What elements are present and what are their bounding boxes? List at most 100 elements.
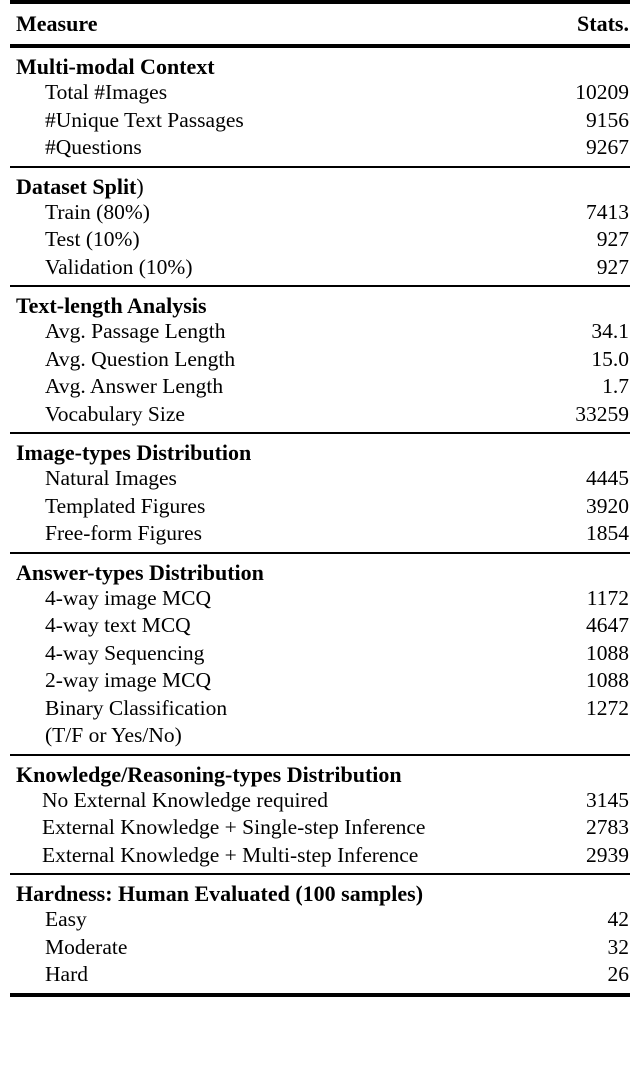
row-label-test-10: Test (10%) [45, 227, 140, 251]
row-value-t-f-or-yes-no [490, 722, 630, 754]
section-header-knowledge-reasoning-types-distribution: Knowledge/Reasoning-types Distribution [10, 756, 630, 787]
row-value-moderate: 32 [607, 934, 630, 959]
section-value-empty [490, 168, 630, 199]
row-label-external-knowledge-single-step-inference: External Knowledge + Single-step Inferen… [42, 815, 426, 839]
section-title-knowledge-reasoning-types-distribution: Knowledge/Reasoning-types Distribution [10, 756, 490, 787]
row-label-templated-figures: Templated Figures [45, 493, 206, 518]
table-row: Vocabulary Size 33259 [10, 401, 630, 433]
row-label-avg-passage-length: Avg. Passage Length [45, 319, 226, 343]
row-label-4-way-sequencing: 4-way Sequencing [45, 640, 205, 665]
row-label-4-way-text-mcq: 4-way text MCQ [45, 613, 191, 637]
section-title-hardness-human-evaluated-100-samples: Hardness: Human Evaluated (100 samples) [10, 875, 490, 906]
table-row: No External Knowledge required 3145 [10, 787, 630, 815]
table-bottom-rule [10, 992, 630, 997]
row-value-binary-classification: 1272 [586, 695, 629, 720]
section-value-empty [490, 48, 630, 79]
row-value-test-10: 927 [596, 227, 629, 251]
row-label-validation-10: Validation (10%) [45, 254, 193, 279]
row-label-natural-images: Natural Images [45, 466, 177, 490]
row-label-external-knowledge-multi-step-inference: External Knowledge + Multi-step Inferenc… [42, 842, 419, 867]
section-header-image-types-distribution: Image-types Distribution [10, 434, 630, 465]
row-value-4-way-image-mcq: 1172 [586, 585, 629, 610]
column-header-measure: Measure [16, 11, 98, 36]
statistics-table-container: Measure Stats. Multi-modal Context Total #I… [0, 0, 640, 1080]
table-row: 4-way image MCQ 1172 [10, 585, 630, 613]
dataset-statistics-table: Measure Stats. Multi-modal Context Total #I… [10, 0, 630, 997]
table-row: 4-way text MCQ 4647 [10, 612, 630, 640]
section-header-multi-modal-context: Multi-modal Context [10, 48, 630, 79]
table-row: Easy 42 [10, 906, 630, 934]
row-value-avg-answer-length: 1.7 [602, 374, 629, 398]
table-row: Free-form Figures 1854 [10, 520, 630, 552]
section-title-text: Multi-modal Context [16, 54, 215, 79]
row-value-free-form-figures: 1854 [586, 521, 629, 545]
row-label-easy: Easy [45, 907, 87, 931]
row-label-free-form-figures: Free-form Figures [45, 521, 203, 545]
row-label-avg-question-length: Avg. Question Length [45, 346, 236, 371]
row-label-binary-classification: Binary Classification [45, 695, 228, 720]
section-value-empty [490, 287, 630, 318]
table-row: External Knowledge + Multi-step Inferenc… [10, 842, 630, 874]
section-title-text: Hardness: Human Evaluated (100 samples) [16, 881, 424, 906]
row-label-hard: Hard [45, 962, 88, 986]
table-row: Natural Images 4445 [10, 465, 630, 493]
row-value-unique-text-passages: 9156 [586, 107, 629, 132]
section-value-empty [490, 875, 630, 906]
row-value-templated-figures: 3920 [586, 493, 629, 518]
section-header-text-length-analysis: Text-length Analysis [10, 287, 630, 318]
row-value-validation-10: 927 [596, 254, 629, 279]
section-value-empty [490, 756, 630, 787]
section-title-text-length-analysis: Text-length Analysis [10, 287, 490, 318]
section-title-text: Image-types Distribution [16, 440, 252, 465]
row-value-avg-passage-length: 34.1 [591, 319, 629, 343]
row-value-train-80: 7413 [586, 199, 629, 224]
table-row: External Knowledge + Single-step Inferen… [10, 814, 630, 842]
table-row: Avg. Question Length 15.0 [10, 346, 630, 374]
section-value-empty [490, 434, 630, 465]
table-row: Moderate 32 [10, 934, 630, 962]
row-value-2-way-image-mcq: 1088 [586, 668, 629, 692]
table-row: Templated Figures 3920 [10, 493, 630, 521]
row-label-no-external-knowledge-required: No External Knowledge required [42, 787, 328, 812]
table-row: (T/F or Yes/No) [10, 722, 630, 754]
section-title-dataset-split: Dataset Split) [10, 168, 490, 199]
row-label-t-f-or-yes-no: (T/F or Yes/No) [45, 723, 182, 747]
column-header-stats: Stats. [577, 11, 629, 36]
section-title-text: Dataset Split [16, 173, 137, 199]
row-value-natural-images: 4445 [586, 466, 629, 490]
section-header-answer-types-distribution: Answer-types Distribution [10, 554, 630, 585]
row-label-train-80: Train (80%) [45, 199, 150, 224]
row-value-4-way-text-mcq: 4647 [586, 613, 629, 637]
section-value-empty [490, 554, 630, 585]
row-label-questions: #Questions [45, 135, 142, 159]
table-row: 2-way image MCQ 1088 [10, 667, 630, 695]
section-title-suffix: ) [136, 173, 144, 199]
section-title-text: Text-length Analysis [16, 293, 207, 318]
table-row: 4-way Sequencing 1088 [10, 640, 630, 668]
row-value-avg-question-length: 15.0 [591, 346, 629, 371]
row-value-easy: 42 [607, 907, 630, 931]
section-header-hardness-human-evaluated-100-samples: Hardness: Human Evaluated (100 samples) [10, 875, 630, 906]
row-value-total-images: 10209 [575, 80, 629, 104]
table-row: Avg. Answer Length 1.7 [10, 373, 630, 401]
section-title-answer-types-distribution: Answer-types Distribution [10, 554, 490, 585]
row-value-no-external-knowledge-required: 3145 [586, 787, 629, 812]
table-bottom-rule-bar [10, 992, 630, 997]
row-label-vocabulary-size: Vocabulary Size [45, 401, 185, 426]
row-label-unique-text-passages: #Unique Text Passages [45, 107, 244, 132]
section-header-dataset-split: Dataset Split) [10, 168, 630, 199]
row-value-external-knowledge-multi-step-inference: 2939 [586, 842, 629, 867]
section-title-text: Answer-types Distribution [16, 559, 264, 585]
table-row: Binary Classification 1272 [10, 695, 630, 723]
row-value-questions: 9267 [586, 135, 629, 159]
table-row: Total #Images 10209 [10, 79, 630, 107]
row-value-external-knowledge-single-step-inference: 2783 [586, 815, 629, 839]
table-row: Train (80%) 7413 [10, 199, 630, 227]
section-title-text: Knowledge/Reasoning-types Distribution [16, 761, 402, 787]
table-row: #Questions 9267 [10, 134, 630, 166]
table-row: Hard 26 [10, 961, 630, 993]
section-title-multi-modal-context: Multi-modal Context [10, 48, 490, 79]
row-label-4-way-image-mcq: 4-way image MCQ [45, 585, 211, 610]
row-value-vocabulary-size: 33259 [575, 401, 629, 426]
table-row: Test (10%) 927 [10, 226, 630, 254]
